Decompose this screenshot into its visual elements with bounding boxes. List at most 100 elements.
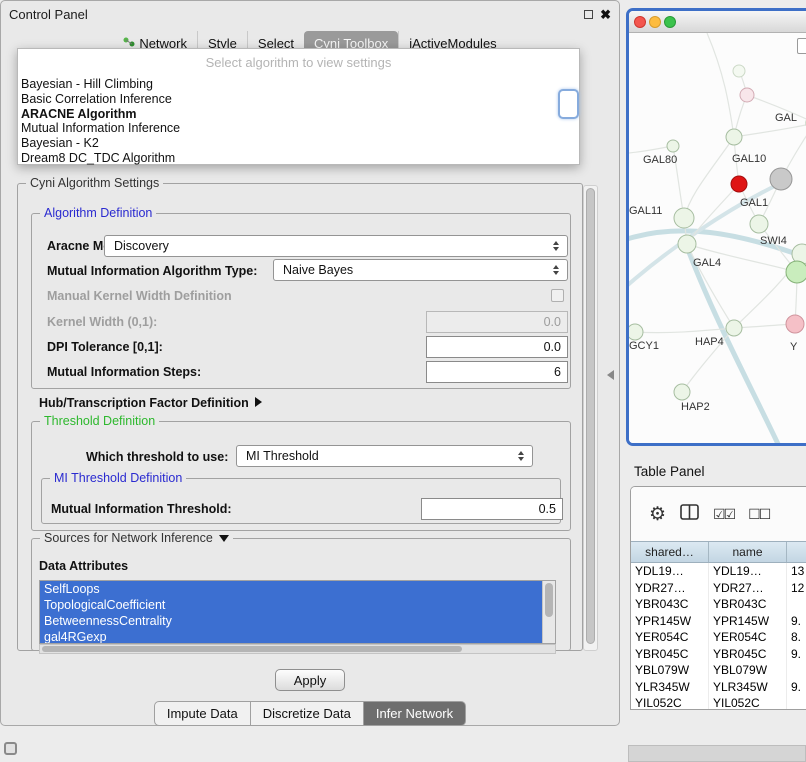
select-all-icon[interactable]: ☑☑ <box>713 506 734 523</box>
control-panel-window: Control Panel ✖ Network Style Select Cyn… <box>0 0 620 726</box>
mi-threshold-field[interactable]: 0.5 <box>421 498 563 520</box>
table-header-row: shared… name <box>631 541 806 563</box>
close-icon[interactable]: ✖ <box>600 8 611 21</box>
network-graph: GALGAL80GAL10GAL1GAL11SWI4GAL4HAP4GCY1HA… <box>629 33 806 446</box>
scrollbar-thumb[interactable] <box>586 188 595 644</box>
sources-legend-toggle[interactable]: Sources for Network Inference <box>40 531 233 545</box>
mi-threshold-label: Mutual Information Threshold: <box>51 502 232 516</box>
column-header-cut[interactable] <box>787 542 806 562</box>
algorithm-option[interactable]: Bayesian - Hill Climbing <box>18 77 579 92</box>
threshold-definition-legend: Threshold Definition <box>40 414 159 428</box>
network-node[interactable] <box>786 261 806 283</box>
network-node[interactable] <box>674 384 690 400</box>
algorithm-combobox-fragment[interactable] <box>558 89 579 119</box>
columns-icon[interactable] <box>680 504 699 525</box>
table-cell: YDR27… <box>631 580 709 597</box>
table-cell <box>787 695 806 710</box>
float-window-icon[interactable] <box>584 10 593 19</box>
network-canvas[interactable]: GALGAL80GAL10GAL1GAL11SWI4GAL4HAP4GCY1HA… <box>629 33 806 446</box>
table-row[interactable]: YER054CYER054C8. <box>631 629 806 646</box>
table-row[interactable]: YBL079WYBL079W <box>631 662 806 679</box>
table-cell <box>787 596 806 613</box>
kernel-width-field: 0.0 <box>426 311 568 333</box>
hub-section-toggle[interactable]: Hub/Transcription Factor Definition <box>39 396 262 410</box>
scrollbar-thumb[interactable] <box>42 646 462 652</box>
network-edge <box>684 137 734 218</box>
table-cell: YBR043C <box>631 596 709 613</box>
network-node[interactable] <box>750 215 768 233</box>
which-threshold-combo[interactable]: MI Threshold <box>236 445 533 467</box>
network-node[interactable] <box>674 208 694 228</box>
table-cell: 12 <box>787 580 806 597</box>
table-row[interactable]: YLR345WYLR345W9. <box>631 679 806 696</box>
close-traffic-light[interactable] <box>634 16 646 28</box>
table-cell: YBL079W <box>709 662 787 679</box>
attributes-horizontal-scrollbar[interactable] <box>39 644 556 654</box>
tab-discretize-data[interactable]: Discretize Data <box>251 701 364 726</box>
network-node[interactable] <box>786 315 804 333</box>
table-toolbar: ⚙ ☑☑ ☐☐ <box>631 487 806 541</box>
table-row[interactable]: YBR043CYBR043C <box>631 596 806 613</box>
attribute-list-item[interactable]: gal4RGexp <box>40 629 542 644</box>
minimize-traffic-light[interactable] <box>649 16 661 28</box>
dpi-tolerance-field[interactable]: 0.0 <box>426 336 568 358</box>
table-cell: 9. <box>787 679 806 696</box>
table-row[interactable]: YIL052CYIL052C <box>631 695 806 710</box>
apply-button[interactable]: Apply <box>275 669 345 691</box>
network-node[interactable] <box>667 140 679 152</box>
manual-kernel-checkbox <box>551 289 564 302</box>
attribute-list-item[interactable]: SelfLoops <box>40 581 542 597</box>
algorithm-option[interactable]: Mutual Information Inference <box>18 121 579 136</box>
network-node[interactable] <box>678 235 696 253</box>
window-titlebar: Control Panel ✖ <box>1 1 619 27</box>
network-node[interactable] <box>726 320 742 336</box>
zoom-traffic-light[interactable] <box>664 16 676 28</box>
data-attributes-list[interactable]: SelfLoopsTopologicalCoefficientBetweenne… <box>39 580 556 644</box>
table-row[interactable]: YDR27…YDR27…12 <box>631 580 806 597</box>
table-cell: 8. <box>787 629 806 646</box>
table-cell: YBR043C <box>709 596 787 613</box>
table-row[interactable]: YPR145WYPR145W9. <box>631 613 806 630</box>
aracne-mode-combo[interactable]: Discovery <box>104 235 568 257</box>
table-cell: YLR345W <box>709 679 787 696</box>
bottom-tabs: Impute Data Discretize Data Infer Networ… <box>1 701 619 726</box>
column-header-name[interactable]: name <box>709 542 787 562</box>
deselect-all-icon[interactable]: ☐☐ <box>748 506 769 523</box>
gear-icon[interactable]: ⚙ <box>649 503 666 526</box>
mi-threshold-value: 0.5 <box>539 502 556 516</box>
network-node[interactable] <box>770 168 792 190</box>
table-cell: YIL052C <box>631 695 709 710</box>
network-node[interactable] <box>731 176 747 192</box>
combo-arrows-icon <box>553 265 559 275</box>
node-label: GAL10 <box>732 153 766 165</box>
algorithm-option[interactable]: Bayesian - K2 <box>18 136 579 151</box>
expanded-arrow-icon <box>219 535 229 542</box>
scrollbar-thumb[interactable] <box>545 583 553 617</box>
attributes-vertical-scrollbar[interactable] <box>542 581 555 643</box>
node-label: GAL80 <box>643 154 677 166</box>
network-node[interactable] <box>740 88 754 102</box>
column-header-shared[interactable]: shared… <box>631 542 709 562</box>
algorithm-option[interactable]: Dream8 DC_TDC Algorithm <box>18 151 579 166</box>
settings-scrollbar[interactable] <box>583 185 598 651</box>
table-row[interactable]: YDL19…YDL19…13 <box>631 563 806 580</box>
collapsed-panel-icon[interactable] <box>4 742 17 755</box>
splitter-collapse-arrow[interactable] <box>607 370 614 380</box>
tab-infer-network[interactable]: Infer Network <box>364 701 466 726</box>
mi-type-combo[interactable]: Naive Bayes <box>273 259 568 281</box>
table-cell: 13 <box>787 563 806 580</box>
attribute-list-item[interactable]: BetweennessCentrality <box>40 613 542 629</box>
algorithm-option[interactable]: ARACNE Algorithm <box>18 107 579 122</box>
table-row[interactable]: YBR045CYBR045C9. <box>631 646 806 663</box>
algorithm-definition-legend: Algorithm Definition <box>40 206 156 220</box>
mi-steps-field[interactable]: 6 <box>426 361 568 383</box>
network-node[interactable] <box>733 65 745 77</box>
network-node[interactable] <box>726 129 742 145</box>
network-edge <box>635 328 734 333</box>
node-label: HAP4 <box>695 336 724 348</box>
attribute-list-item[interactable]: TopologicalCoefficient <box>40 597 542 613</box>
algorithm-dropdown-popup: Select algorithm to view settings Bayesi… <box>17 48 580 165</box>
tab-impute-data[interactable]: Impute Data <box>154 701 251 726</box>
algorithm-option[interactable]: Basic Correlation Inference <box>18 92 579 107</box>
network-node[interactable] <box>629 324 643 340</box>
